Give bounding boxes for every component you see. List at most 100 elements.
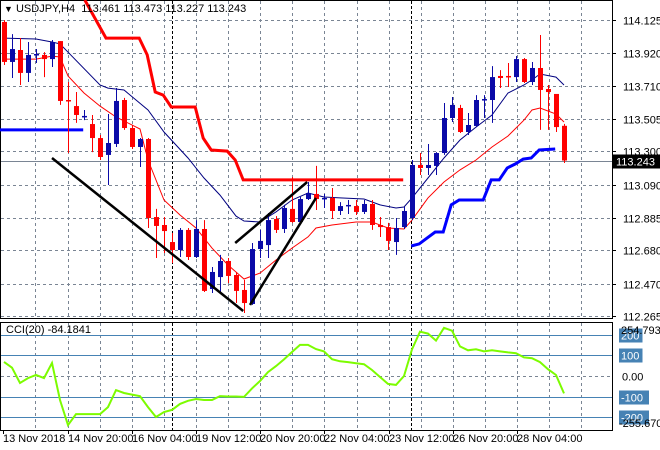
candle-bull: [466, 125, 471, 133]
candle-bull: [434, 153, 439, 166]
candle-bear: [290, 208, 295, 222]
candle-bear: [58, 41, 63, 101]
time-label: 22 Nov 04:00: [324, 433, 389, 445]
candle-bear: [538, 67, 543, 90]
candle-bull: [410, 164, 415, 218]
candle-bull: [322, 197, 327, 200]
cci-title: CCI(20) -84.1841: [6, 324, 91, 336]
time-label: 16 Nov 04:00: [132, 433, 197, 445]
candle-bear: [354, 206, 359, 212]
candle-bear: [554, 93, 559, 128]
candle-bull: [138, 139, 143, 147]
symbol-label: USDJPY,H4: [15, 3, 76, 15]
cci-max-label: 254.793: [621, 325, 660, 337]
price-tick-label: 112.470: [623, 280, 660, 292]
candle-bear: [146, 139, 151, 218]
candle-bear: [330, 197, 335, 211]
candle-bull: [10, 49, 15, 62]
cci-value: -84.1841: [47, 324, 92, 336]
candle-bear: [18, 50, 23, 73]
price-tick-label: 112.265: [623, 312, 660, 324]
time-label: 20 Nov 20:00: [260, 433, 325, 445]
candle-bull: [218, 260, 223, 278]
time-label: 28 Nov 04:00: [517, 433, 582, 445]
cci-level-label: 0.00: [622, 372, 643, 384]
candle-bull: [490, 77, 495, 100]
price-chart: 114.125113.920113.710113.505113.300113.0…: [0, 0, 660, 445]
candle-bull: [338, 206, 343, 211]
close-value: 113.243: [207, 3, 247, 15]
candle-bull: [442, 117, 447, 154]
candle-bull: [258, 240, 263, 250]
price-tick-label: 113.920: [623, 49, 660, 61]
candle-bull: [482, 99, 487, 101]
candle-bull: [346, 204, 351, 207]
candle-bull: [362, 203, 367, 212]
candle-bull: [394, 228, 399, 243]
candle-bear: [154, 217, 159, 226]
candle-bull: [402, 210, 407, 228]
open-value: 113.461: [81, 3, 121, 15]
candle-bear: [122, 100, 127, 129]
candle-bear: [234, 275, 239, 291]
candle-bear: [242, 289, 247, 304]
candle-bull: [450, 104, 455, 118]
price-tick-label: 114.125: [623, 16, 660, 28]
cci-level-label: 100: [621, 351, 639, 363]
time-label: 23 Nov 12:00: [389, 433, 454, 445]
time-label: 13 Nov 2018: [3, 433, 65, 445]
cci-min-label: -255.6701: [619, 418, 660, 430]
candle-bull: [178, 229, 183, 250]
price-tick-label: 113.710: [623, 82, 660, 94]
candle-bull: [266, 220, 271, 246]
candle-bear: [66, 100, 71, 102]
candle-bull: [194, 228, 199, 258]
high-value: 113.473: [123, 3, 163, 15]
candle-bear: [418, 164, 423, 168]
candle-bull: [426, 164, 431, 168]
candle-bull: [82, 115, 87, 118]
chart-title: ▼ USDJPY,H4 113.461 113.473 113.227 113.…: [4, 3, 246, 15]
candle-bear: [506, 75, 511, 78]
candle-bull: [34, 53, 39, 56]
candle-bear: [370, 203, 375, 225]
candle-bear: [170, 242, 175, 250]
low-value: 113.227: [165, 3, 205, 15]
time-label: 26 Nov 20:00: [453, 433, 518, 445]
candle-bear: [2, 21, 7, 62]
price-tick-label: 113.090: [623, 181, 660, 193]
candle-bull: [474, 100, 479, 126]
candle-bull: [514, 59, 519, 78]
candle-bear: [386, 227, 391, 241]
candle-bear: [498, 75, 503, 79]
candle-bull: [306, 192, 311, 200]
collapse-triangle-icon[interactable]: ▼: [4, 4, 13, 14]
candle-bear: [42, 54, 47, 60]
candle-bear: [90, 124, 95, 139]
candle-bull: [530, 67, 535, 83]
candle-bull: [50, 42, 55, 60]
candle-bear: [226, 260, 231, 276]
candle-bull: [114, 100, 119, 144]
candle-bear: [98, 138, 103, 158]
time-label: 19 Nov 12:00: [196, 433, 261, 445]
candle-bull: [26, 54, 31, 73]
candle-bull: [282, 207, 287, 229]
candle-bear: [546, 89, 551, 93]
candle-bear: [162, 225, 167, 232]
current-price-label: 113.243: [616, 157, 655, 169]
candle-bear: [186, 229, 191, 258]
price-tick-label: 113.505: [623, 115, 660, 127]
candle-bear: [130, 128, 135, 147]
candle-bear: [522, 59, 527, 83]
time-label: 14 Nov 20:00: [68, 433, 133, 445]
candle-bear: [458, 107, 463, 133]
cci-label: CCI(20): [6, 324, 45, 336]
candle-bear: [378, 225, 383, 228]
candle-bear: [562, 125, 567, 161]
candle-bear: [74, 106, 79, 115]
price-tick-label: 112.885: [623, 214, 660, 226]
price-tick-label: 112.680: [623, 246, 660, 258]
cci-level-label: -100: [621, 393, 643, 405]
candle-bear: [274, 218, 279, 230]
